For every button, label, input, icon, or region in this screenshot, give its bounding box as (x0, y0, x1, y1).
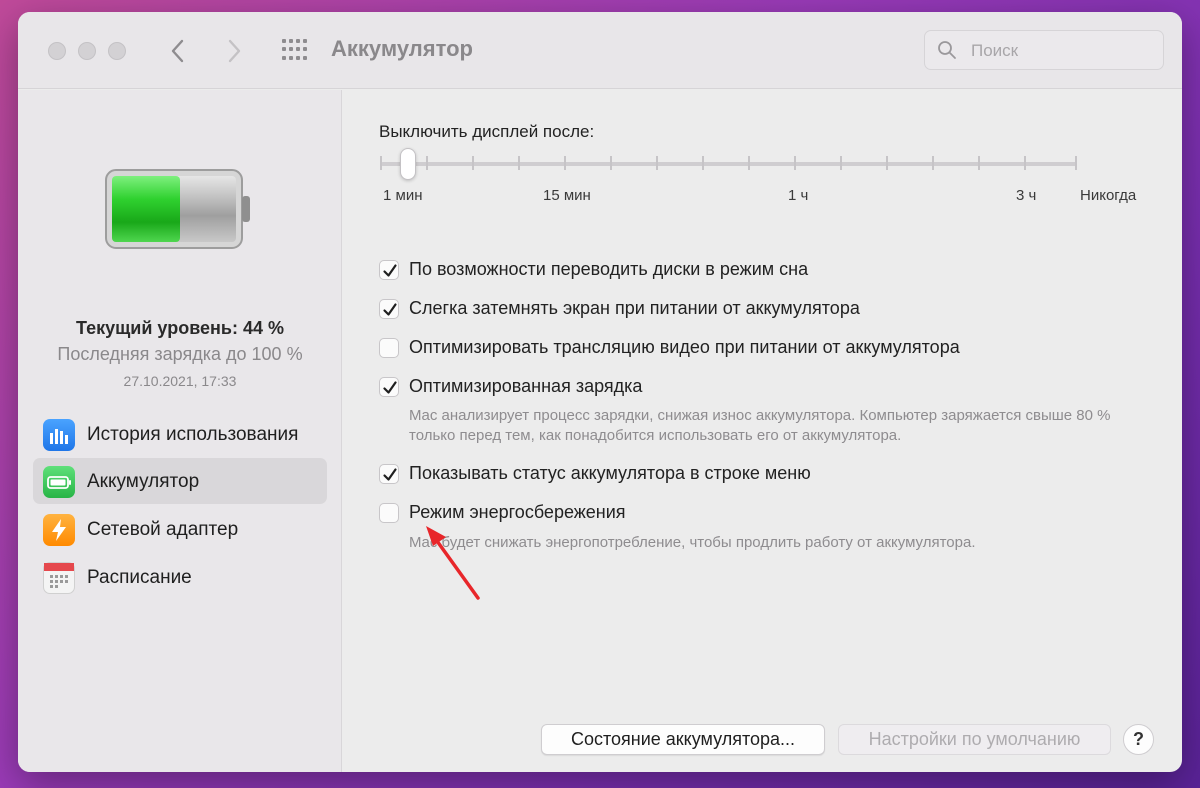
slider-tick (564, 156, 566, 170)
optimized-charging-checkbox[interactable] (379, 377, 399, 397)
show-all-grid-icon[interactable] (282, 39, 308, 61)
back-button[interactable] (163, 36, 193, 66)
optimized-charging-description: Mac анализирует процесс зарядки, снижая … (409, 407, 1111, 444)
optimize-video-checkbox[interactable] (379, 338, 399, 358)
slider-tick (932, 156, 934, 170)
slider-tick (702, 156, 704, 170)
chevron-right-icon (228, 39, 241, 63)
slider-tick-label: 1 ч (788, 187, 809, 204)
slider-tick-label: 1 мин (383, 187, 423, 204)
slider-tick (610, 156, 612, 170)
search-icon (938, 41, 956, 59)
sidebar-item-power-adapter[interactable]: Сетевой адаптер (33, 506, 327, 552)
sidebar: Текущий уровень: 44 % Последняя зарядка … (18, 90, 342, 772)
close-window-button[interactable] (48, 42, 66, 60)
slider-tick (840, 156, 842, 170)
sidebar-item-label: Сетевой адаптер (87, 519, 239, 540)
preferences-window: Аккумулятор Поиск Текущий уровень: 44 % … (18, 12, 1182, 772)
zoom-window-button[interactable] (108, 42, 126, 60)
battery-icon (43, 466, 75, 498)
sidebar-item-label: Расписание (87, 567, 192, 588)
usage-history-icon (43, 419, 75, 451)
last-charge-date: 27.10.2021, 17:33 (123, 373, 237, 389)
show-battery-status-checkbox[interactable] (379, 464, 399, 484)
option-label: Слегка затемнять экран при питании от ак… (409, 298, 860, 318)
slider-tick (380, 156, 382, 170)
checkmark-icon (383, 381, 397, 394)
battery-status-button[interactable]: Состояние аккумулятора... (541, 724, 825, 755)
restore-defaults-button[interactable]: Настройки по умолчанию (838, 724, 1111, 755)
forward-button[interactable] (219, 36, 249, 66)
annotation-arrow-icon (426, 526, 480, 600)
search-field[interactable]: Поиск (924, 30, 1164, 70)
main-panel: Выключить дисплей после: 1 мин 15 мин 1 … (342, 90, 1182, 772)
minimize-window-button[interactable] (78, 42, 96, 60)
window-title: Аккумулятор (331, 36, 473, 61)
sidebar-item-label: Аккумулятор (87, 471, 200, 492)
slider-tick (1024, 156, 1026, 170)
checkmark-icon (383, 468, 397, 481)
slider-tick (472, 156, 474, 170)
low-power-mode-description: Mac будет снижать энергопотребление, что… (409, 534, 976, 551)
disk-sleep-checkbox[interactable] (379, 260, 399, 280)
sidebar-item-battery[interactable]: Аккумулятор (33, 458, 327, 504)
title-bar: Аккумулятор Поиск (18, 12, 1182, 89)
dim-display-checkbox[interactable] (379, 299, 399, 319)
battery-level-icon (105, 169, 250, 249)
sidebar-item-usage-history[interactable]: История использования (33, 411, 327, 457)
slider-tick (518, 156, 520, 170)
power-adapter-icon (43, 514, 75, 546)
sidebar-item-label: История использования (87, 424, 299, 445)
slider-tick (794, 156, 796, 170)
option-label: Оптимизировать трансляцию видео при пита… (409, 337, 960, 357)
slider-tick (886, 156, 888, 170)
option-label: Оптимизированная зарядка (409, 376, 643, 396)
current-level-text: Текущий уровень: 44 % (75, 318, 284, 338)
slider-tick (748, 156, 750, 170)
calendar-icon (43, 562, 75, 594)
slider-tick-label: Никогда (1080, 187, 1137, 204)
checkmark-icon (383, 303, 397, 316)
checkmark-icon (383, 264, 397, 277)
slider-tick (656, 156, 658, 170)
low-power-mode-checkbox[interactable] (379, 503, 399, 523)
last-charge-text: Последняя зарядка до 100 % (57, 344, 303, 364)
slider-tick (426, 156, 428, 170)
display-off-slider-track[interactable] (381, 162, 1077, 166)
slider-tick (978, 156, 980, 170)
display-off-label: Выключить дисплей после: (379, 122, 595, 141)
display-off-slider-thumb[interactable] (400, 148, 416, 180)
slider-tick-label: 15 мин (543, 187, 591, 204)
slider-tick (1075, 156, 1077, 170)
option-label: Показывать статус аккумулятора в строке … (409, 463, 811, 483)
sidebar-item-schedule[interactable]: Расписание (33, 554, 327, 600)
search-placeholder: Поиск (971, 41, 1019, 60)
slider-tick-label: 3 ч (1016, 187, 1037, 204)
chevron-left-icon (171, 39, 184, 63)
help-button[interactable]: ? (1123, 724, 1154, 755)
option-label: По возможности переводить диски в режим … (409, 259, 809, 279)
